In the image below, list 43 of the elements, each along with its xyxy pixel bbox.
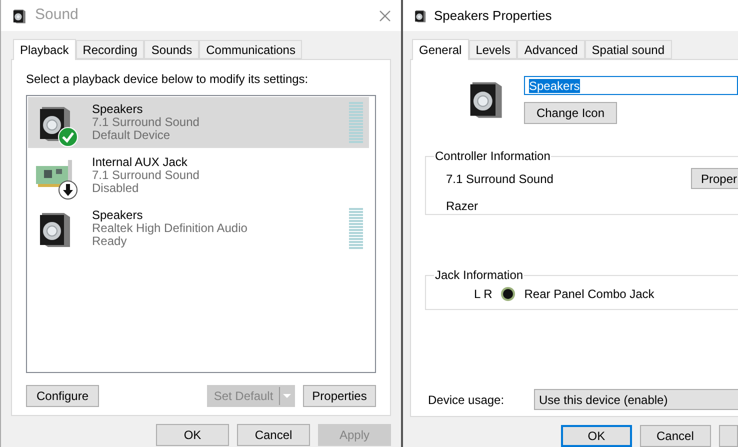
device-status: Default Device <box>92 129 172 142</box>
speaker-icon <box>413 8 427 22</box>
device-row[interactable]: Speakers Realtek High Definition Audio Ready <box>28 203 369 254</box>
audio-jack-icon <box>500 286 516 302</box>
selected-text: Speakers <box>529 78 580 92</box>
controller-vendor: Razer <box>446 198 480 215</box>
device-usage-dropdown[interactable]: Use this device (enable) <box>534 389 738 410</box>
properties-button[interactable]: Properties <box>303 385 376 407</box>
dialog-button[interactable]: OK <box>561 425 632 447</box>
device-usage-label: Device usage: <box>427 392 506 408</box>
window-title: Sound <box>35 5 78 26</box>
controller-name: 7.1 Surround Sound <box>446 171 554 188</box>
dialog-button[interactable]: Cancel <box>237 424 310 446</box>
close-icon[interactable] <box>379 10 391 22</box>
device-name: Speakers <box>92 209 144 222</box>
tab[interactable]: Communications <box>199 40 302 59</box>
jack-name: Rear Panel Combo Jack <box>524 286 654 303</box>
tab[interactable]: General <box>412 39 469 60</box>
speaker-icon <box>11 8 27 24</box>
tab[interactable]: Recording <box>76 40 144 59</box>
instruction-text: Select a playback device below to modify its settings: <box>26 71 310 88</box>
device-row[interactable]: Speakers 7.1 Surround Sound Default Device <box>28 97 369 148</box>
dialog-button[interactable] <box>718 425 738 447</box>
window-title: Speakers Properties <box>434 6 552 25</box>
tab[interactable]: Sounds <box>144 40 200 59</box>
name-field[interactable]: Speakers <box>524 76 738 95</box>
device-status: Disabled <box>92 182 140 195</box>
device-name: Speakers <box>92 103 144 116</box>
device-status: Ready <box>92 235 128 248</box>
change-icon-button[interactable]: Change Icon <box>524 102 617 124</box>
channel-label: L R <box>474 286 492 303</box>
properties-button[interactable]: Proper <box>690 168 738 189</box>
device-name: Internal AUX Jack <box>92 156 188 169</box>
tab[interactable]: Levels <box>468 40 518 59</box>
device-description: 7.1 Surround Sound <box>92 116 200 129</box>
device-description: 7.1 Surround Sound <box>92 169 200 182</box>
tab[interactable]: Advanced <box>517 40 585 59</box>
configure-button[interactable]: Configure <box>26 385 99 407</box>
tab[interactable]: Spatial sound <box>584 40 672 59</box>
dialog-button[interactable]: Cancel <box>640 425 711 447</box>
tab[interactable]: Playback <box>13 39 76 60</box>
device-description: Realtek High Definition Audio <box>92 222 248 235</box>
dialog-button[interactable]: OK <box>156 424 229 446</box>
